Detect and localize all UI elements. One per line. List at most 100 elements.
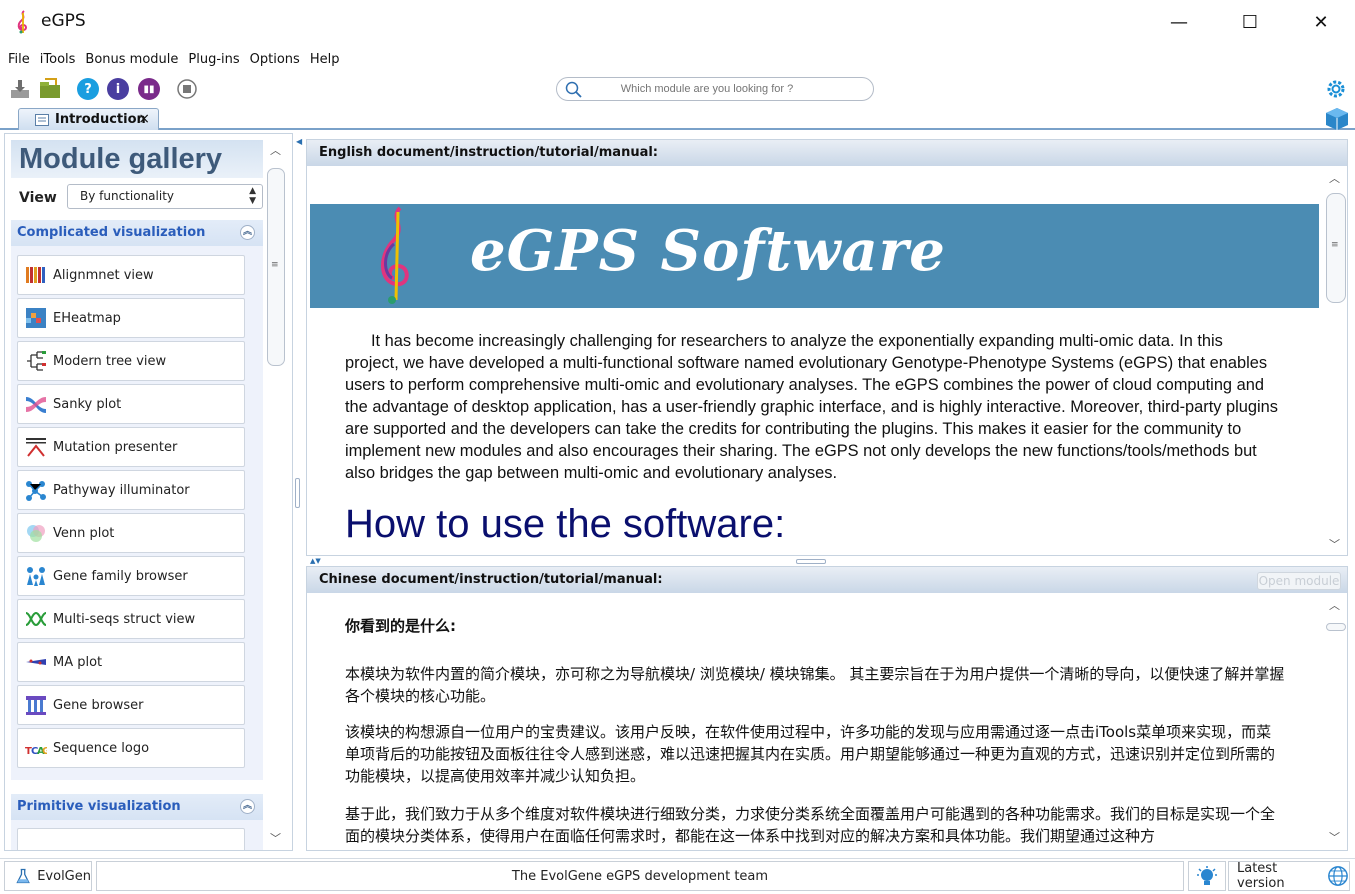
chinese-heading: 你看到的是什么: [345, 617, 456, 635]
module-label: Gene family browser [53, 568, 188, 584]
import-button[interactable] [8, 77, 32, 101]
module-partial-item[interactable] [17, 828, 245, 850]
menu-file[interactable]: File [4, 52, 34, 67]
english-scrollbar[interactable]: ︿ ≡ ﹀ [1323, 166, 1347, 555]
english-heading: How to use the software: [345, 502, 786, 546]
alignment-icon [26, 267, 45, 283]
tab-bar: Introduction × [0, 106, 1355, 130]
scroll-down-icon[interactable]: ﹀ [270, 830, 281, 846]
flask-icon [16, 868, 30, 884]
window-title: eGPS [41, 11, 86, 31]
document-icon [35, 113, 49, 126]
search-input[interactable] [587, 83, 827, 95]
grip-icon: ≡ [271, 260, 279, 270]
module-sequence-logo[interactable]: TCAG Sequence logo [17, 728, 245, 768]
chinese-pane-header: Chinese document/instruction/tutorial/ma… [307, 567, 1347, 593]
stop-icon [177, 79, 197, 99]
settings-button[interactable] [1324, 77, 1348, 101]
splitter-arrow-icon[interactable]: ▲▼ [310, 557, 321, 565]
module-gene-family-browser[interactable]: Gene family browser [17, 556, 245, 596]
scroll-up-icon[interactable]: ︿ [1329, 170, 1340, 186]
banner-title: eGPS Software [470, 218, 946, 284]
module-label: Modern tree view [53, 353, 167, 369]
splitter-handle[interactable] [295, 478, 300, 508]
minimize-button[interactable]: — [1159, 8, 1199, 36]
evolgen-label: EvolGen [37, 868, 91, 884]
collapse-chevron-icon[interactable]: ︽ [240, 799, 255, 814]
menu-itools[interactable]: iTools [36, 52, 80, 67]
scroll-down-icon[interactable]: ﹀ [1329, 536, 1340, 552]
section-primitive-visualization: Primitive visualization ︽ [11, 794, 263, 850]
tab-label: Introduction [55, 112, 146, 127]
chinese-doc-content: 你看到的是什么: 本模块为软件内置的简介模块，亦可称之为导航模块/ 浏览模块/ … [307, 593, 1323, 850]
section-header[interactable]: Primitive visualization ︽ [11, 794, 263, 820]
module-ma-plot[interactable]: MA plot [17, 642, 245, 682]
stop-button[interactable] [175, 77, 199, 101]
gene-browser-icon [26, 696, 46, 715]
evolgen-button[interactable]: EvolGen [4, 861, 92, 891]
tab-introduction[interactable]: Introduction × [18, 108, 159, 130]
module-label: Pathyway illuminator [53, 482, 190, 498]
module-label: Gene browser [53, 697, 144, 713]
module-sanky-plot[interactable]: Sanky plot [17, 384, 245, 424]
pathway-icon [26, 481, 46, 501]
chinese-paragraph-3: 基于此，我们致力于从多个维度对软件模块进行细致分类，力求使分类系统全面覆盖用户可… [345, 805, 1276, 845]
view-select-value: By functionality [80, 189, 174, 203]
menu-plug-ins[interactable]: Plug-ins [184, 52, 243, 67]
scroll-down-icon[interactable]: ﹀ [1329, 829, 1340, 845]
module-search[interactable] [556, 77, 874, 101]
english-intro-paragraph: It has become increasingly challenging f… [345, 332, 1278, 482]
open-module-button[interactable]: Open module [1257, 572, 1341, 590]
egps-window: eGPS — ☐ ✕ File iTools Bonus module Plug… [0, 0, 1355, 894]
cube-icon [1326, 108, 1348, 130]
module-eheatmap[interactable]: EHeatmap [17, 298, 245, 338]
egps-banner: eGPS Software [310, 204, 1319, 308]
scroll-thumb[interactable] [1326, 623, 1346, 631]
close-button[interactable]: ✕ [1301, 8, 1341, 36]
tab-close-icon[interactable]: × [138, 111, 150, 127]
gene-family-icon [27, 567, 45, 586]
module-label: Mutation presenter [53, 439, 178, 455]
module-multi-seqs-struct-view[interactable]: Multi-seqs struct view [17, 599, 245, 639]
view-select[interactable]: By functionality ▲ ▼ [67, 184, 263, 209]
view-row: View By functionality ▲ ▼ [11, 184, 263, 210]
module-alignment-view[interactable]: Alignmnet view [17, 255, 245, 295]
statistics-button[interactable]: ▮▮ [137, 77, 161, 101]
splitter-handle[interactable] [796, 559, 826, 564]
module-label: EHeatmap [53, 310, 121, 326]
splitter-arrow-icon[interactable]: ◀ [296, 137, 302, 146]
open-folder-button[interactable] [38, 77, 62, 101]
gallery-scrollbar[interactable]: ︿ ≡ ﹀ [265, 138, 287, 850]
menu-options[interactable]: Options [246, 52, 304, 67]
menu-help[interactable]: Help [306, 52, 344, 67]
egps-clef-logo-icon [380, 206, 409, 304]
module-cube-button[interactable] [1324, 106, 1350, 136]
module-mutation-presenter[interactable]: Mutation presenter [17, 427, 245, 467]
maximize-icon: ☐ [1241, 11, 1259, 33]
module-modern-tree-view[interactable]: Modern tree view [17, 341, 245, 381]
maximize-button[interactable]: ☐ [1230, 8, 1270, 36]
horizontal-splitter[interactable]: ▲▼ [306, 556, 1348, 565]
import-icon [11, 80, 29, 98]
vertical-splitter[interactable]: ◀ [294, 133, 304, 851]
tips-button[interactable] [1188, 861, 1226, 891]
globe-icon [1328, 866, 1348, 886]
scroll-up-icon[interactable]: ︿ [270, 142, 281, 158]
section-title: Complicated visualization [17, 225, 206, 240]
module-pathway-illuminator[interactable]: Pathyway illuminator [17, 470, 245, 510]
collapse-chevron-icon[interactable]: ︽ [240, 225, 255, 240]
latest-version-button[interactable]: Latest version [1228, 861, 1350, 891]
module-gene-browser[interactable]: Gene browser [17, 685, 245, 725]
menu-bonus-module[interactable]: Bonus module [81, 52, 182, 67]
scroll-up-icon[interactable]: ︿ [1329, 597, 1340, 613]
status-message: The EvolGene eGPS development team [96, 861, 1184, 891]
question-icon: ? [77, 78, 99, 100]
help-button[interactable]: ? [76, 77, 100, 101]
title-bar: eGPS — ☐ ✕ [0, 0, 1355, 44]
info-button[interactable]: i [106, 77, 130, 101]
chinese-scrollbar[interactable]: ︿ ﹀ [1323, 593, 1347, 850]
chinese-doc-pane: Chinese document/instruction/tutorial/ma… [306, 566, 1348, 851]
section-header[interactable]: Complicated visualization ︽ [11, 220, 263, 246]
module-venn-plot[interactable]: Venn plot [17, 513, 245, 553]
sankey-icon [26, 397, 46, 413]
